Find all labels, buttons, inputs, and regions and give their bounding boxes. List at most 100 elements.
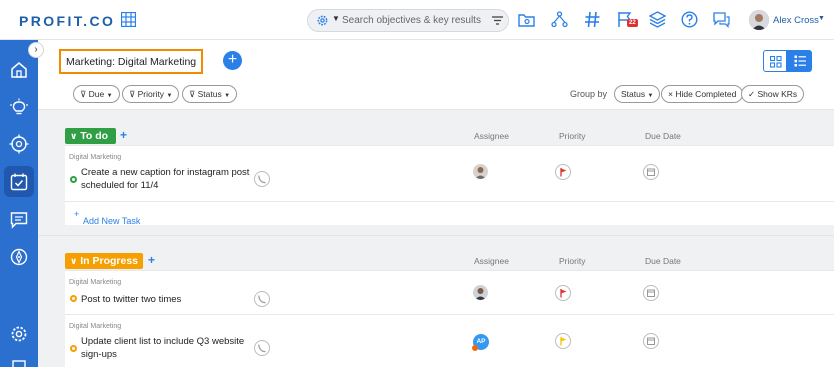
task-category: Digital Marketing xyxy=(69,279,122,286)
flag-icon xyxy=(560,168,567,177)
calendar-check-icon[interactable] xyxy=(9,172,29,192)
due-date-button[interactable] xyxy=(643,285,659,301)
notification-badge: 22 xyxy=(627,19,638,27)
priority-flag-button[interactable] xyxy=(555,333,571,349)
calendar-icon xyxy=(647,289,655,297)
assignee-column-header: Assignee xyxy=(474,256,509,266)
sidebar xyxy=(0,40,38,367)
group-by-select[interactable]: Status ▼ xyxy=(614,85,661,103)
target-icon[interactable] xyxy=(9,134,29,154)
lightbulb-icon[interactable] xyxy=(9,98,29,118)
top-bar: PROFIT.CO ▼ Search objectives & key resu… xyxy=(0,0,834,40)
page-title-box[interactable]: Marketing: Digital Marketing xyxy=(59,49,203,74)
chevron-down-icon[interactable]: ▼ xyxy=(818,15,825,22)
priority-flag-button[interactable] xyxy=(555,164,571,180)
add-new-task-label: Add New Task xyxy=(83,216,141,226)
user-name[interactable]: Alex Cross xyxy=(773,15,819,26)
show-krs-label: Show KRs xyxy=(757,89,798,99)
filter-icon: ⊽ xyxy=(189,89,196,99)
status-dot xyxy=(70,295,77,302)
section-in-progress-header[interactable]: ∨ In Progress xyxy=(65,253,143,269)
home-icon[interactable] xyxy=(9,60,29,80)
close-icon: × xyxy=(668,89,673,99)
due-date-column-header: Due Date xyxy=(645,131,681,141)
gear-icon[interactable] xyxy=(316,14,329,27)
phone-icon[interactable] xyxy=(254,340,270,356)
flag-icon xyxy=(560,289,567,298)
priority-filter-label: Priority xyxy=(137,89,165,99)
priority-column-header: Priority xyxy=(559,131,586,141)
add-new-task-link[interactable]: + Add New Task xyxy=(74,209,140,226)
caret-down-icon: ▼ xyxy=(224,93,231,99)
task-title[interactable]: Create a new caption for instagram post … xyxy=(81,166,256,192)
task-row[interactable] xyxy=(65,270,834,314)
priority-filter[interactable]: ⊽ Priority ▼ xyxy=(122,85,180,103)
status-filter[interactable]: ⊽ Status ▼ xyxy=(182,85,238,103)
status-dot xyxy=(70,176,77,183)
section-todo-header[interactable]: ∨ To do xyxy=(65,128,116,144)
flag-icon xyxy=(560,337,567,346)
search-input[interactable]: Search objectives & key results xyxy=(342,15,481,26)
group-by-value: Status xyxy=(621,89,646,99)
filter-icon: ⊽ xyxy=(129,89,136,99)
list-view-button[interactable] xyxy=(787,50,812,72)
caret-down-icon: ▼ xyxy=(166,93,173,99)
sidebar-collapse-toggle[interactable]: › xyxy=(28,42,44,58)
filter-icon[interactable] xyxy=(492,15,503,26)
priority-flag-button[interactable] xyxy=(555,285,571,301)
calendar-icon xyxy=(647,337,655,345)
folder-icon[interactable] xyxy=(518,11,535,28)
section-todo-title: To do xyxy=(80,130,109,142)
hashtag-icon[interactable] xyxy=(584,11,601,28)
compass-icon[interactable] xyxy=(9,247,29,267)
phone-icon[interactable] xyxy=(254,291,270,307)
settings-icon[interactable] xyxy=(9,324,29,344)
chevron-down-icon: ∨ xyxy=(70,131,78,141)
assignee-avatar[interactable] xyxy=(473,164,488,179)
chat-icon[interactable] xyxy=(713,11,730,28)
show-krs-toggle[interactable]: ✓ Show KRs xyxy=(741,85,805,103)
user-avatar[interactable] xyxy=(749,10,769,30)
search-bar[interactable]: ▼ Search objectives & key results xyxy=(307,9,509,32)
hide-completed-label: Hide Completed xyxy=(675,89,737,99)
chevron-down-icon: ∨ xyxy=(70,256,78,266)
grid-view-icon xyxy=(770,56,782,68)
caret-down-icon: ▼ xyxy=(647,93,654,99)
section-in-progress-title: In Progress xyxy=(80,255,139,267)
status-filter-label: Status xyxy=(197,89,222,99)
add-button[interactable]: + xyxy=(223,51,242,70)
board-view-button[interactable] xyxy=(763,50,787,72)
help-icon[interactable] xyxy=(681,11,698,28)
message-icon[interactable] xyxy=(9,210,29,230)
priority-column-header: Priority xyxy=(559,256,586,266)
assignee-column-header: Assignee xyxy=(474,131,509,141)
assignee-status-dot xyxy=(472,345,478,351)
filter-icon: ⊽ xyxy=(80,89,87,99)
add-task-todo-button[interactable]: + xyxy=(120,128,127,142)
check-icon: ✓ xyxy=(748,89,756,99)
sidebar-extra-icon[interactable] xyxy=(9,358,29,367)
section-divider xyxy=(38,235,834,236)
phone-icon[interactable] xyxy=(254,171,270,187)
apps-grid-icon[interactable] xyxy=(121,12,136,27)
group-by-label: Group by xyxy=(570,89,608,99)
layers-icon[interactable] xyxy=(649,11,666,28)
network-icon[interactable] xyxy=(551,11,568,28)
due-date-button[interactable] xyxy=(643,164,659,180)
caret-down-icon: ▼ xyxy=(106,93,113,99)
profit-co-logo[interactable]: PROFIT.CO xyxy=(19,13,115,29)
add-task-in-progress-button[interactable]: + xyxy=(148,253,155,267)
assignee-avatar[interactable] xyxy=(473,285,488,300)
add-new-task-row[interactable]: + Add New Task xyxy=(65,201,834,226)
task-title[interactable]: Update client list to include Q3 website… xyxy=(81,335,256,361)
hide-completed-toggle[interactable]: × Hide Completed xyxy=(661,85,744,103)
status-dot xyxy=(70,345,77,352)
due-date-column-header: Due Date xyxy=(645,256,681,266)
task-title[interactable]: Post to twitter two times xyxy=(81,293,256,306)
due-filter[interactable]: ⊽ Due ▼ xyxy=(73,85,120,103)
page-title: Marketing: Digital Marketing xyxy=(66,56,197,68)
due-filter-label: Due xyxy=(88,89,105,99)
due-date-button[interactable] xyxy=(643,333,659,349)
chevron-down-icon[interactable]: ▼ xyxy=(332,14,340,23)
calendar-icon xyxy=(647,168,655,176)
